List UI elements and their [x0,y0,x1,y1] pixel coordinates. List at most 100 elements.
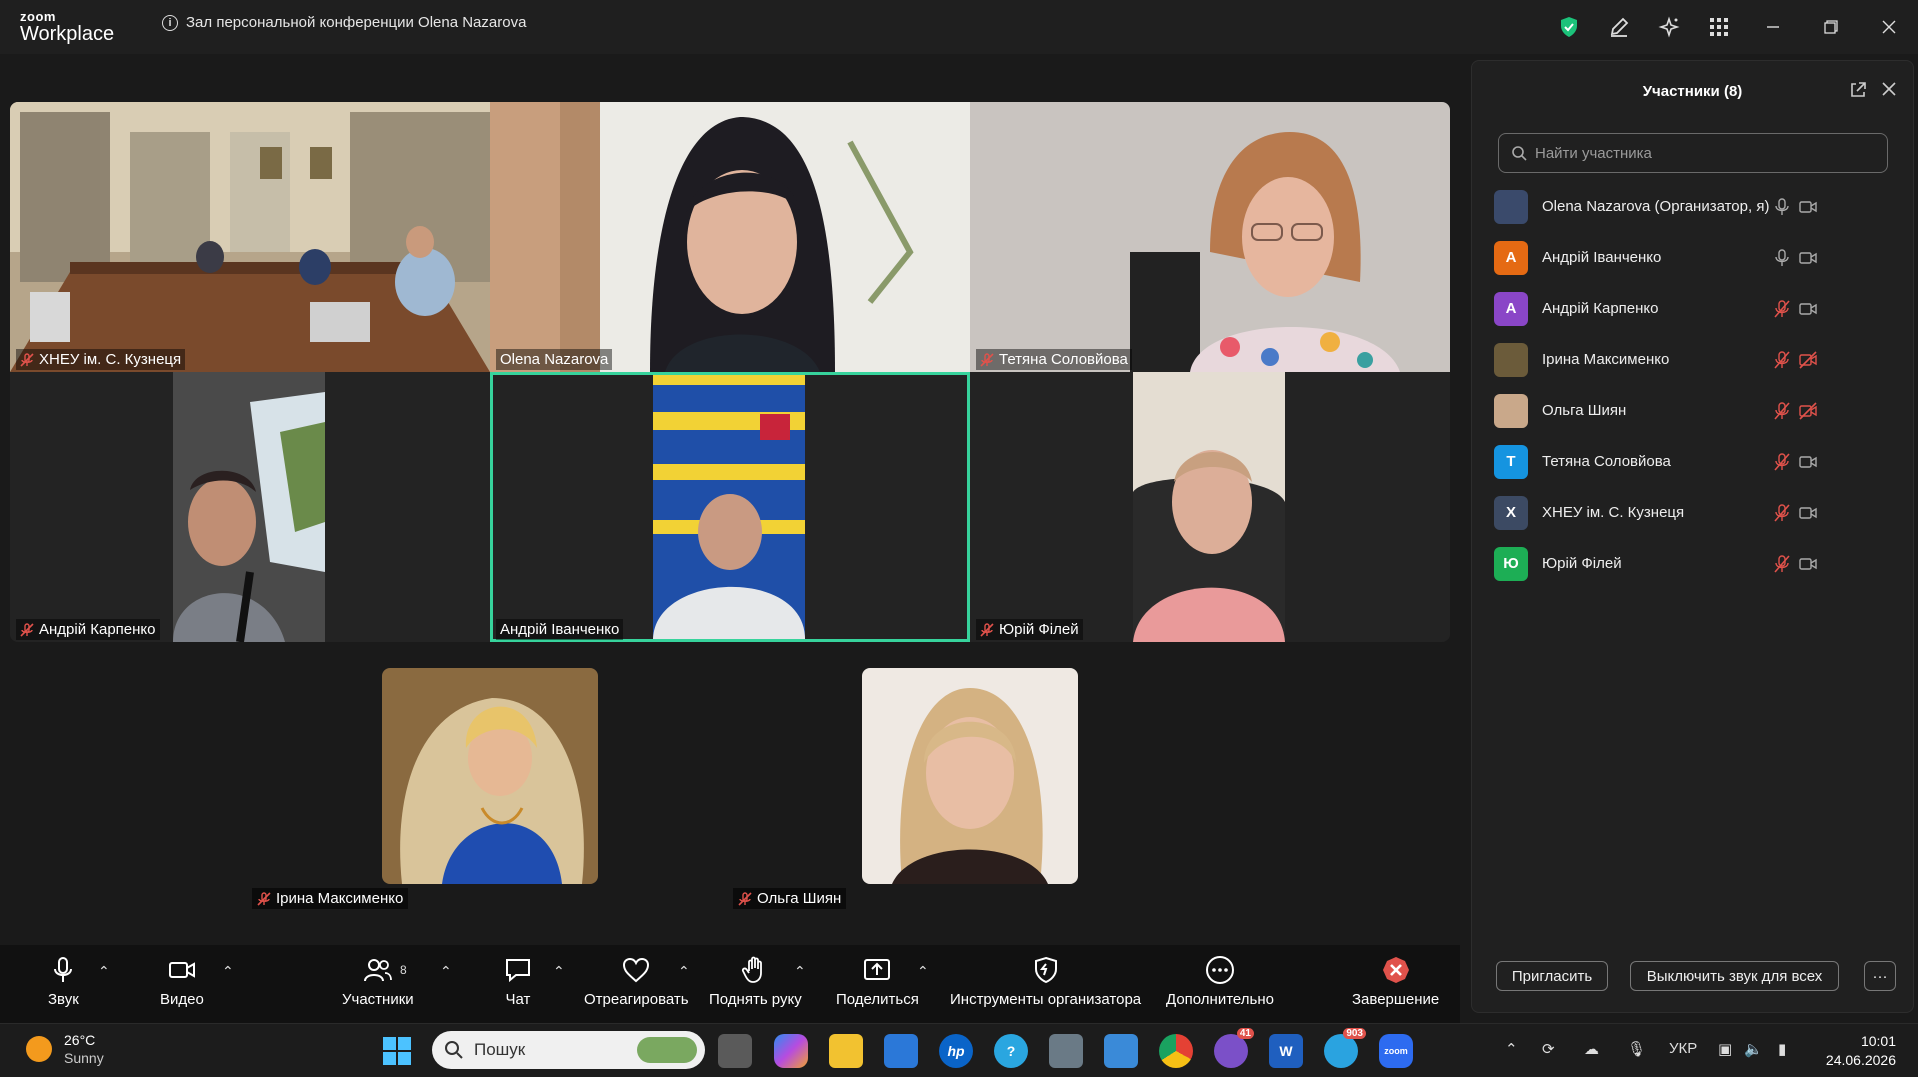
windows-taskbar: 26°C Sunny Пошук hp ? 41 W 903 zoom ⌃ ⟳ … [0,1023,1918,1077]
close-panel-icon[interactable] [1881,81,1897,102]
participant-row[interactable]: А Андрій Карпенко [1494,283,1904,334]
video-tile-andrii-ivanchenko[interactable]: Андрій Іванченко [490,372,970,642]
system-clock[interactable]: 10:01 24.06.2026 [1826,1032,1896,1070]
onedrive-cloud-icon[interactable]: ☁ [1584,1040,1599,1058]
windows-start-icon[interactable] [383,1037,411,1065]
raise-hand-button[interactable]: Поднять руку [709,955,802,1008]
mute-all-button[interactable]: Выключить звук для всех [1630,961,1839,991]
show-hidden-icons-chevron-icon[interactable]: ⌃ [1505,1040,1518,1058]
taskbar-search[interactable]: Пошук [432,1031,705,1069]
task-view-icon[interactable] [718,1034,752,1068]
video-camera-icon[interactable] [1798,554,1818,574]
react-button[interactable]: Отреагировать [584,955,689,1008]
network-icon[interactable]: ▣ [1718,1040,1732,1058]
video-camera-icon[interactable] [1798,197,1818,217]
file-explorer-icon[interactable] [829,1034,863,1068]
avatar-olha-shyian [862,668,1078,884]
muted-mic-icon[interactable] [1772,401,1792,421]
video-camera-icon [168,962,195,978]
participant-row[interactable]: Olena Nazarova (Организатор, я) [1494,181,1904,232]
panel-more-button[interactable]: ··· [1864,961,1896,991]
tile-name-label: Андрій Іванченко [496,619,624,640]
video-tile-khneu[interactable]: ХНЕУ ім. С. Кузнеця [10,102,490,372]
muted-mic-icon[interactable] [1772,503,1792,523]
participant-row[interactable]: Ольга Шиян [1494,385,1904,436]
audio-button[interactable]: Звук [48,955,79,1008]
more-button[interactable]: Дополнительно [1166,955,1274,1008]
participant-row[interactable]: А Андрій Іванченко [1494,232,1904,283]
video-camera-icon[interactable] [1798,503,1818,523]
video-camera-icon[interactable] [1798,452,1818,472]
calculator-icon[interactable] [1049,1034,1083,1068]
chat-options-chevron-icon[interactable]: ⌃ [553,963,565,980]
search-input[interactable] [1535,144,1865,162]
battery-icon[interactable]: ▮ [1778,1040,1786,1058]
video-camera-icon[interactable] [1798,248,1818,268]
chat-button[interactable]: Чат [503,955,533,1008]
help-icon[interactable]: ? [994,1034,1028,1068]
microphone-icon [54,957,73,982]
volume-icon[interactable]: 🔈 [1744,1040,1763,1058]
security-shield-icon[interactable] [1544,0,1594,54]
muted-mic-icon[interactable] [1772,554,1792,574]
annotate-pencil-icon[interactable] [1594,0,1644,54]
minimize-icon[interactable] [1744,0,1802,54]
pop-out-icon[interactable] [1849,81,1867,104]
meeting-info[interactable]: i Зал персональной конференции Olena Naz… [162,14,526,31]
zoom-window: zoom Workplace i Зал персональной конфер… [0,0,1918,1077]
participants-options-chevron-icon[interactable]: ⌃ [440,963,452,980]
video-tile-tetiana-soloviova[interactable]: Тетяна Соловйова [970,102,1450,372]
share-button[interactable]: Поделиться [836,955,919,1008]
restore-icon[interactable] [1802,0,1860,54]
microphone-icon[interactable] [1772,248,1792,268]
avatar-tile-olha-shyian[interactable] [862,668,1078,884]
participant-row[interactable]: Ірина Максименко [1494,334,1904,385]
microphone-tray-icon[interactable]: 🎙 [1627,1040,1646,1058]
invite-button[interactable]: Пригласить [1496,961,1608,991]
microphone-icon[interactable] [1772,197,1792,217]
participant-search[interactable] [1498,133,1888,173]
weather-widget[interactable]: 26°C Sunny [26,1031,104,1067]
hp-icon[interactable]: hp [939,1034,973,1068]
close-icon[interactable] [1860,0,1918,54]
telegram-icon[interactable]: 903 [1324,1028,1366,1068]
video-tile-andrii-karpenko[interactable]: Андрій Карпенко [10,372,490,642]
apps-grid-icon[interactable] [1694,0,1744,54]
muted-mic-icon[interactable] [1772,452,1792,472]
audio-options-chevron-icon[interactable]: ⌃ [98,963,110,980]
video-tile-yurii-filei[interactable]: Юрій Філей [970,372,1450,642]
share-options-chevron-icon[interactable]: ⌃ [917,963,929,980]
search-highlight-icon [637,1037,697,1063]
raise-hand-options-chevron-icon[interactable]: ⌃ [794,963,806,980]
participant-name: Андрій Карпенко [1542,300,1659,317]
chrome-icon[interactable] [1159,1034,1193,1068]
react-options-chevron-icon[interactable]: ⌃ [678,963,690,980]
zoom-app-icon[interactable]: zoom [1379,1034,1413,1068]
participant-row[interactable]: Т Тетяна Соловйова [1494,436,1904,487]
video-off-icon[interactable] [1798,350,1818,370]
video-options-chevron-icon[interactable]: ⌃ [222,963,234,980]
info-icon[interactable]: i [162,14,178,31]
participant-row[interactable]: Ю Юрій Філей [1494,538,1904,589]
tile-name-label: ХНЕУ ім. С. Кузнеця [16,349,186,370]
copilot-icon[interactable] [774,1034,808,1068]
sync-icon[interactable]: ⟳ [1542,1040,1555,1058]
viber-icon[interactable]: 41 [1214,1028,1254,1068]
microsoft-store-icon[interactable] [884,1034,918,1068]
muted-mic-icon[interactable] [1772,350,1792,370]
host-tools-button[interactable]: Инструменты организатора [950,955,1141,1008]
video-off-icon[interactable] [1798,401,1818,421]
avatar-tile-iryna-maksymenko[interactable] [382,668,598,884]
video-feed-andrii-ivanchenko [490,372,970,642]
end-meeting-button[interactable]: Завершение [1352,955,1439,1008]
muted-mic-icon[interactable] [1772,299,1792,319]
sun-icon [26,1036,52,1062]
language-indicator[interactable]: УКР [1669,1040,1697,1057]
video-button[interactable]: Видео [160,955,204,1008]
participant-row[interactable]: Х ХНЕУ ім. С. Кузнеця [1494,487,1904,538]
ai-companion-icon[interactable] [1644,0,1694,54]
video-camera-icon[interactable] [1798,299,1818,319]
remote-desktop-icon[interactable] [1104,1034,1138,1068]
word-icon[interactable]: W [1269,1034,1303,1068]
video-tile-olena-nazarova[interactable]: Olena Nazarova [490,102,970,372]
